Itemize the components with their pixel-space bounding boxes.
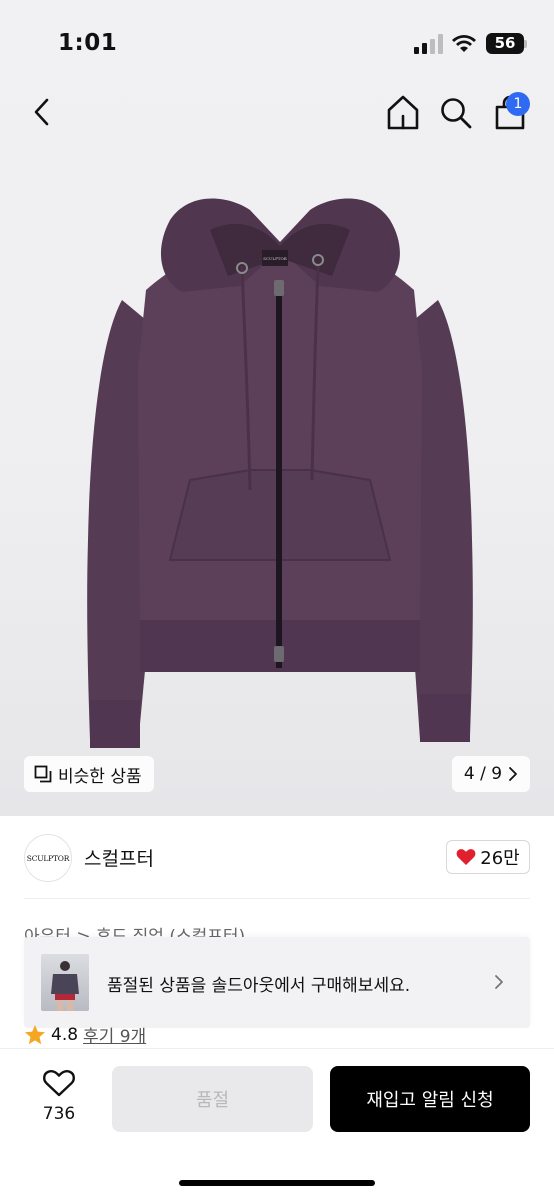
product-image[interactable]: SCULPTOR [60, 180, 500, 760]
soldout-banner-text: 품절된 상품을 솔드아웃에서 구매해보세요. [107, 976, 411, 996]
brand-logo[interactable]: SCULPTOR [24, 834, 72, 882]
brand-like-button[interactable]: 26만 [446, 840, 530, 874]
rating-value: 4.8 [51, 1024, 79, 1045]
divider [24, 898, 530, 899]
brand-like-count: 26만 [480, 848, 520, 869]
chevron-right-icon [509, 767, 517, 781]
soldout-banner[interactable]: 품절된 상품을 솔드아웃에서 구매해보세요. [24, 937, 530, 1028]
hoodie-label-text: SCULPTOR [263, 256, 287, 261]
signal-icon [414, 34, 443, 54]
page-indicator-text: 4 / 9 [463, 764, 503, 784]
home-icon [387, 95, 419, 130]
soldout-button[interactable]: 품절 [112, 1066, 313, 1132]
home-button[interactable] [384, 92, 422, 132]
model-thumbnail-image [51, 961, 79, 1011]
search-icon [441, 98, 472, 129]
review-count-link[interactable]: 후기 9개 [83, 1022, 146, 1047]
brand-logo-text: SCULPTOR [26, 853, 70, 863]
restock-alert-button[interactable]: 재입고 알림 신청 [330, 1066, 530, 1132]
heart-filled-icon [456, 849, 476, 865]
status-time: 1:01 [58, 30, 118, 56]
cart-badge: 1 [506, 92, 530, 116]
brand-name[interactable]: 스컬프터 [84, 844, 154, 871]
battery-icon: 56 [486, 33, 524, 54]
status-bar: 1:01 56 [0, 0, 554, 70]
similar-products-label: 비슷한 상품 [58, 766, 142, 787]
heart-outline-icon [43, 1070, 75, 1097]
wishlist-count: 736 [42, 1104, 76, 1124]
home-indicator [179, 1180, 375, 1186]
chevron-right-icon [495, 975, 503, 989]
back-button[interactable] [24, 94, 60, 130]
battery-level: 56 [494, 34, 516, 52]
similar-products-button[interactable]: 비슷한 상품 [24, 756, 154, 792]
star-icon [25, 1024, 45, 1044]
rating-row[interactable]: 4.8 후기 9개 [24, 1022, 146, 1047]
copy-icon [34, 765, 52, 783]
back-chevron-icon [34, 98, 49, 126]
wifi-icon [452, 35, 476, 52]
soldout-thumbnail [41, 954, 89, 1011]
search-button[interactable] [437, 92, 475, 132]
battery-cap [524, 40, 527, 48]
image-page-indicator[interactable]: 4 / 9 [452, 756, 530, 792]
